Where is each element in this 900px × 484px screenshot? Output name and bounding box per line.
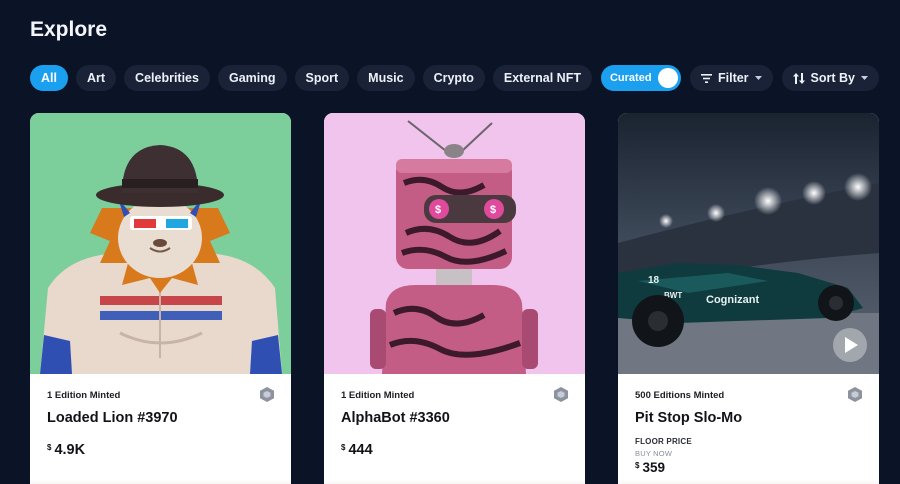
svg-text:18: 18 xyxy=(648,275,660,286)
currency-symbol: $ xyxy=(635,461,640,470)
nft-name: Pit Stop Slo-Mo xyxy=(635,410,743,426)
filter-chip-crypto[interactable]: Crypto xyxy=(422,65,485,91)
filter-button[interactable]: Filter xyxy=(689,65,773,91)
nft-artwork-race-car: Cognizant BWT 18 xyxy=(618,113,879,374)
edition-count: 1 Edition Minted xyxy=(47,390,121,401)
nft-card-info: 1 Edition Minted AlphaBot #3360 $ 444 xyxy=(324,374,585,484)
filter-chip-sport[interactable]: Sport xyxy=(294,65,350,91)
nft-price: $ 444 xyxy=(341,442,568,458)
filter-chip-celebrities[interactable]: Celebrities xyxy=(124,65,210,91)
filter-chip-gaming[interactable]: Gaming xyxy=(217,65,287,91)
nft-price: $ 359 xyxy=(635,460,862,475)
price-value: 4.9K xyxy=(54,442,86,458)
filter-button-label: Filter xyxy=(717,71,749,85)
sort-icon xyxy=(792,72,805,84)
chain-hexagon-icon xyxy=(260,387,274,402)
toolbar-controls: Curated Filter Sort By xyxy=(600,65,879,91)
card-bottom-fade xyxy=(618,479,879,484)
filter-chip-all[interactable]: All xyxy=(30,65,68,91)
price-value: 444 xyxy=(348,442,373,458)
curated-toggle-label: Curated xyxy=(609,72,652,84)
nft-card-alphabot[interactable]: $ $ 1 Edition Minted AlphaBot #3360 $ 44… xyxy=(324,113,585,484)
floor-price-label: FLOOR PRICE xyxy=(635,437,692,446)
card-bottom-fade xyxy=(324,479,585,484)
svg-text:Cognizant: Cognizant xyxy=(706,294,759,306)
edition-count: 1 Edition Minted xyxy=(341,390,415,401)
filter-chip-external-nft[interactable]: External NFT xyxy=(492,65,592,91)
filter-chip-art[interactable]: Art xyxy=(75,65,117,91)
svg-text:$: $ xyxy=(435,204,441,216)
nft-price: $ 4.9K xyxy=(47,442,274,458)
nft-card-pit-stop-slo-mo[interactable]: Cognizant BWT 18 500 Editions Minted Pit… xyxy=(618,113,879,484)
nft-card-info: 1 Edition Minted Loaded Lion #3970 $ 4.9… xyxy=(30,374,291,484)
nft-card-info: 500 Editions Minted Pit Stop Slo-Mo FLOO… xyxy=(618,374,879,484)
curated-toggle[interactable]: Curated xyxy=(600,65,681,91)
currency-symbol: $ xyxy=(47,443,52,452)
svg-text:$: $ xyxy=(490,204,496,216)
filter-chip-music[interactable]: Music xyxy=(357,65,415,91)
currency-symbol: $ xyxy=(341,443,346,452)
sort-button-label: Sort By xyxy=(810,71,855,85)
nft-artwork-robot: $ $ xyxy=(324,113,585,374)
nft-artwork-lion xyxy=(30,113,291,374)
page-title: Explore xyxy=(30,18,108,41)
toggle-knob xyxy=(657,68,678,88)
nft-name: AlphaBot #3360 xyxy=(341,410,450,426)
caret-down-icon xyxy=(861,76,868,80)
chain-hexagon-icon xyxy=(554,387,568,402)
sort-button[interactable]: Sort By xyxy=(781,65,879,91)
nft-card-loaded-lion[interactable]: 1 Edition Minted Loaded Lion #3970 $ 4.9… xyxy=(30,113,291,484)
filter-icon xyxy=(700,73,712,83)
caret-down-icon xyxy=(754,76,762,80)
chain-hexagon-icon xyxy=(848,387,862,402)
category-filter-bar: All Art Celebrities Gaming Sport Music C… xyxy=(30,65,592,91)
nft-name: Loaded Lion #3970 xyxy=(47,410,178,426)
card-bottom-fade xyxy=(30,479,291,484)
buy-now-label: BUY NOW xyxy=(635,449,673,458)
price-value: 359 xyxy=(642,460,665,475)
edition-count: 500 Editions Minted xyxy=(635,390,725,401)
